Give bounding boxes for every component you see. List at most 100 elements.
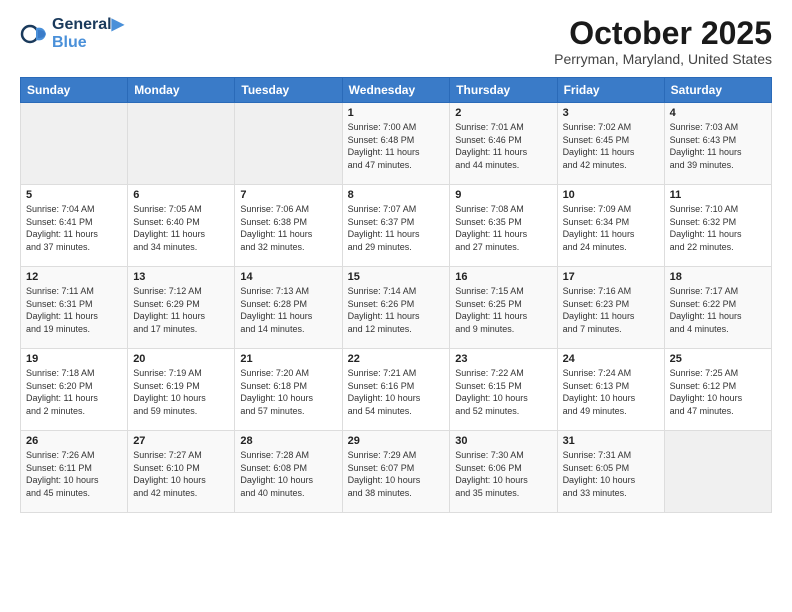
day-number: 24 — [563, 353, 659, 365]
day-cell: 25Sunrise: 7:25 AM Sunset: 6:12 PM Dayli… — [664, 349, 771, 431]
day-info: Sunrise: 7:16 AM Sunset: 6:23 PM Dayligh… — [563, 285, 659, 335]
calendar-table: Sunday Monday Tuesday Wednesday Thursday… — [20, 77, 772, 513]
day-info: Sunrise: 7:09 AM Sunset: 6:34 PM Dayligh… — [563, 203, 659, 253]
day-cell: 30 Sunrise: 7:30 AM Sunset: 6:06 PM Dayli… — [450, 431, 557, 513]
day-cell: 19 Sunrise: 7:18 AM Sunset: 6:20 PM Dayli… — [21, 349, 128, 431]
col-wednesday: Wednesday — [342, 78, 450, 103]
day-number: 20 — [133, 353, 229, 365]
day-info: Sunrise: 7:21 AM Sunset: 6:16 PM Dayligh… — [348, 367, 445, 417]
day-cell: 6 Sunrise: 7:05 AM Sunset: 6:40 PM Daylig… — [128, 185, 235, 267]
day-number: 10 — [563, 189, 659, 201]
day-number: 6 — [133, 189, 229, 201]
day-number: 4 — [670, 107, 766, 119]
day-info: Sunrise: 7:28 AM Sunset: 6:08 PM Dayligh… — [240, 449, 336, 499]
day-cell: 26 Sunrise: 7:26 AM Sunset: 6:11 PM Dayli… — [21, 431, 128, 513]
day-cell: 4 Sunrise: 7:03 AM Sunset: 6:43 PM Daylig… — [664, 103, 771, 185]
day-cell: 20 Sunrise: 7:19 AM Sunset: 6:19 PM Dayli… — [128, 349, 235, 431]
day-number: 21 — [240, 353, 336, 365]
day-cell — [664, 431, 771, 513]
day-cell — [235, 103, 342, 185]
col-tuesday: Tuesday — [235, 78, 342, 103]
day-cell: 28 Sunrise: 7:28 AM Sunset: 6:08 PM Dayli… — [235, 431, 342, 513]
day-info: Sunrise: 7:08 AM Sunset: 6:35 PM Dayligh… — [455, 203, 551, 253]
day-cell: 12Sunrise: 7:11 AM Sunset: 6:31 PM Dayli… — [21, 267, 128, 349]
day-cell: 5 Sunrise: 7:04 AM Sunset: 6:41 PM Daylig… — [21, 185, 128, 267]
logo-text: General▶ Blue — [52, 16, 124, 51]
title-section: October 2025 Perryman, Maryland, United … — [554, 16, 772, 67]
day-cell — [128, 103, 235, 185]
day-info: Sunrise: 7:03 AM Sunset: 6:43 PM Dayligh… — [670, 121, 766, 171]
day-cell: 7 Sunrise: 7:06 AM Sunset: 6:38 PM Daylig… — [235, 185, 342, 267]
day-cell: 18Sunrise: 7:17 AM Sunset: 6:22 PM Dayli… — [664, 267, 771, 349]
day-info: Sunrise: 7:06 AM Sunset: 6:38 PM Dayligh… — [240, 203, 336, 253]
day-info: Sunrise: 7:05 AM Sunset: 6:40 PM Dayligh… — [133, 203, 229, 253]
day-number: 16 — [455, 271, 551, 283]
day-info: Sunrise: 7:30 AM Sunset: 6:06 PM Dayligh… — [455, 449, 551, 499]
day-info: Sunrise: 7:00 AM Sunset: 6:48 PM Dayligh… — [348, 121, 445, 171]
day-number: 5 — [26, 189, 122, 201]
day-cell: 24 Sunrise: 7:24 AM Sunset: 6:13 PM Dayli… — [557, 349, 664, 431]
day-cell — [21, 103, 128, 185]
week-row-1: 5 Sunrise: 7:04 AM Sunset: 6:41 PM Daylig… — [21, 185, 772, 267]
day-number: 8 — [348, 189, 445, 201]
day-number: 1 — [348, 107, 445, 119]
day-number: 2 — [455, 107, 551, 119]
day-info: Sunrise: 7:18 AM Sunset: 6:20 PM Dayligh… — [26, 367, 122, 417]
day-number: 7 — [240, 189, 336, 201]
week-row-0: 1 Sunrise: 7:00 AM Sunset: 6:48 PM Daylig… — [21, 103, 772, 185]
day-cell: 1 Sunrise: 7:00 AM Sunset: 6:48 PM Daylig… — [342, 103, 450, 185]
col-thursday: Thursday — [450, 78, 557, 103]
day-number: 13 — [133, 271, 229, 283]
day-info: Sunrise: 7:27 AM Sunset: 6:10 PM Dayligh… — [133, 449, 229, 499]
day-cell: 8 Sunrise: 7:07 AM Sunset: 6:37 PM Daylig… — [342, 185, 450, 267]
day-info: Sunrise: 7:22 AM Sunset: 6:15 PM Dayligh… — [455, 367, 551, 417]
day-number: 18 — [670, 271, 766, 283]
col-friday: Friday — [557, 78, 664, 103]
month-title: October 2025 — [554, 16, 772, 51]
day-number: 14 — [240, 271, 336, 283]
day-number: 27 — [133, 435, 229, 447]
day-number: 29 — [348, 435, 445, 447]
day-number: 31 — [563, 435, 659, 447]
day-cell: 29Sunrise: 7:29 AM Sunset: 6:07 PM Dayli… — [342, 431, 450, 513]
day-info: Sunrise: 7:10 AM Sunset: 6:32 PM Dayligh… — [670, 203, 766, 253]
day-info: Sunrise: 7:01 AM Sunset: 6:46 PM Dayligh… — [455, 121, 551, 171]
day-number: 15 — [348, 271, 445, 283]
day-number: 19 — [26, 353, 122, 365]
week-row-4: 26 Sunrise: 7:26 AM Sunset: 6:11 PM Dayli… — [21, 431, 772, 513]
day-number: 23 — [455, 353, 551, 365]
day-number: 9 — [455, 189, 551, 201]
day-info: Sunrise: 7:26 AM Sunset: 6:11 PM Dayligh… — [26, 449, 122, 499]
day-info: Sunrise: 7:15 AM Sunset: 6:25 PM Dayligh… — [455, 285, 551, 335]
day-info: Sunrise: 7:19 AM Sunset: 6:19 PM Dayligh… — [133, 367, 229, 417]
day-info: Sunrise: 7:07 AM Sunset: 6:37 PM Dayligh… — [348, 203, 445, 253]
page: General▶ Blue October 2025 Perryman, Mar… — [0, 0, 792, 612]
day-cell: 21Sunrise: 7:20 AM Sunset: 6:18 PM Dayli… — [235, 349, 342, 431]
day-number: 30 — [455, 435, 551, 447]
day-cell: 10 Sunrise: 7:09 AM Sunset: 6:34 PM Dayli… — [557, 185, 664, 267]
day-number: 28 — [240, 435, 336, 447]
day-info: Sunrise: 7:31 AM Sunset: 6:05 PM Dayligh… — [563, 449, 659, 499]
day-number: 22 — [348, 353, 445, 365]
day-cell: 2 Sunrise: 7:01 AM Sunset: 6:46 PM Daylig… — [450, 103, 557, 185]
day-number: 12 — [26, 271, 122, 283]
day-number: 26 — [26, 435, 122, 447]
header-row: Sunday Monday Tuesday Wednesday Thursday… — [21, 78, 772, 103]
col-saturday: Saturday — [664, 78, 771, 103]
day-number: 11 — [670, 189, 766, 201]
day-cell: 13Sunrise: 7:12 AM Sunset: 6:29 PM Dayli… — [128, 267, 235, 349]
day-cell: 27 Sunrise: 7:27 AM Sunset: 6:10 PM Dayli… — [128, 431, 235, 513]
header: General▶ Blue October 2025 Perryman, Mar… — [20, 16, 772, 67]
day-info: Sunrise: 7:13 AM Sunset: 6:28 PM Dayligh… — [240, 285, 336, 335]
day-cell: 31 Sunrise: 7:31 AM Sunset: 6:05 PM Dayli… — [557, 431, 664, 513]
day-info: Sunrise: 7:14 AM Sunset: 6:26 PM Dayligh… — [348, 285, 445, 335]
day-cell: 9 Sunrise: 7:08 AM Sunset: 6:35 PM Daylig… — [450, 185, 557, 267]
logo-icon — [20, 20, 48, 48]
day-number: 17 — [563, 271, 659, 283]
day-cell: 22 Sunrise: 7:21 AM Sunset: 6:16 PM Dayli… — [342, 349, 450, 431]
day-cell: 11 Sunrise: 7:10 AM Sunset: 6:32 PM Dayli… — [664, 185, 771, 267]
day-info: Sunrise: 7:24 AM Sunset: 6:13 PM Dayligh… — [563, 367, 659, 417]
day-info: Sunrise: 7:04 AM Sunset: 6:41 PM Dayligh… — [26, 203, 122, 253]
day-cell: 17 Sunrise: 7:16 AM Sunset: 6:23 PM Dayli… — [557, 267, 664, 349]
col-sunday: Sunday — [21, 78, 128, 103]
